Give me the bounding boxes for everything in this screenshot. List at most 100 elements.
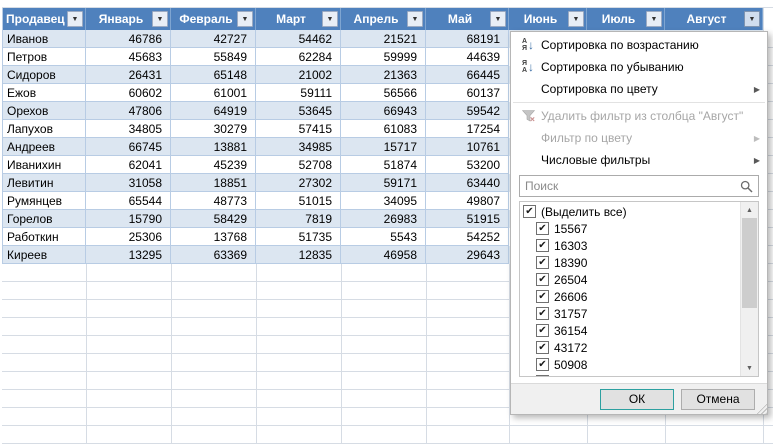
value-cell[interactable]: 13768: [171, 228, 256, 246]
seller-cell[interactable]: Иванов: [3, 30, 86, 48]
value-cell[interactable]: 15790: [86, 210, 171, 228]
value-cell[interactable]: 59111: [256, 84, 341, 102]
value-cell[interactable]: 34805: [86, 120, 171, 138]
value-cell[interactable]: 42727: [171, 30, 256, 48]
seller-cell[interactable]: Киреев: [3, 246, 86, 264]
checkbox-checked-icon[interactable]: ✔: [523, 205, 536, 218]
filter-value-item[interactable]: ✔26606: [520, 288, 740, 305]
value-cell[interactable]: 27302: [256, 174, 341, 192]
value-cell[interactable]: 25306: [86, 228, 171, 246]
value-cell[interactable]: 45239: [171, 156, 256, 174]
scroll-up-button[interactable]: ▲: [741, 202, 758, 218]
filter-dropdown-button[interactable]: ▼: [237, 11, 253, 27]
value-cell[interactable]: 66745: [86, 138, 171, 156]
value-cell[interactable]: 30279: [171, 120, 256, 138]
value-cell[interactable]: 60137: [426, 84, 509, 102]
filter-dropdown-button[interactable]: ▼: [490, 11, 506, 27]
value-cell[interactable]: 26431: [86, 66, 171, 84]
filter-value-item[interactable]: ✔31757: [520, 305, 740, 322]
resize-grip[interactable]: [754, 401, 767, 414]
value-cell[interactable]: 65544: [86, 192, 171, 210]
value-cell[interactable]: 64919: [171, 102, 256, 120]
value-cell[interactable]: 15717: [341, 138, 426, 156]
value-cell[interactable]: 26983: [341, 210, 426, 228]
checkbox-checked-icon[interactable]: ✔: [536, 341, 549, 354]
filter-dropdown-button[interactable]: ▼: [322, 11, 338, 27]
value-cell[interactable]: 53645: [256, 102, 341, 120]
seller-cell[interactable]: Лапухов: [3, 120, 86, 138]
seller-cell[interactable]: Работкин: [3, 228, 86, 246]
menu-item-sort-descending[interactable]: ЯА↓ Сортировка по убыванию: [511, 56, 767, 78]
value-cell[interactable]: 63369: [171, 246, 256, 264]
cancel-button[interactable]: Отмена: [681, 389, 755, 410]
value-cell[interactable]: 61083: [341, 120, 426, 138]
value-cell[interactable]: 56566: [341, 84, 426, 102]
value-cell[interactable]: 47806: [86, 102, 171, 120]
value-cell[interactable]: 55849: [171, 48, 256, 66]
filter-value-item[interactable]: ✔15567: [520, 220, 740, 237]
value-cell[interactable]: 45683: [86, 48, 171, 66]
filter-value-item[interactable]: ✔(Выделить все): [520, 203, 740, 220]
value-cell[interactable]: 34985: [256, 138, 341, 156]
filter-value-item[interactable]: ✔43172: [520, 339, 740, 356]
value-cell[interactable]: 13295: [86, 246, 171, 264]
filter-dropdown-button[interactable]: ▼: [646, 11, 662, 27]
value-cell[interactable]: 51915: [426, 210, 509, 228]
menu-item-number-filters[interactable]: Числовые фильтры ▶: [511, 149, 767, 171]
value-cell[interactable]: 46958: [341, 246, 426, 264]
search-icon[interactable]: [739, 179, 754, 194]
value-cell[interactable]: 18851: [171, 174, 256, 192]
seller-cell[interactable]: Иванихин: [3, 156, 86, 174]
filter-dropdown-button[interactable]: ▼: [744, 11, 760, 27]
value-cell[interactable]: 65148: [171, 66, 256, 84]
value-cell[interactable]: 7819: [256, 210, 341, 228]
filter-dropdown-button[interactable]: ▼: [67, 11, 83, 27]
value-cell[interactable]: 51735: [256, 228, 341, 246]
value-cell[interactable]: 58429: [171, 210, 256, 228]
ok-button[interactable]: ОК: [600, 389, 674, 410]
menu-item-sort-by-color[interactable]: Сортировка по цвету ▶: [511, 78, 767, 100]
value-cell[interactable]: 49807: [426, 192, 509, 210]
checkbox-checked-icon[interactable]: ✔: [536, 324, 549, 337]
checkbox-checked-icon[interactable]: ✔: [536, 222, 549, 235]
seller-cell[interactable]: Румянцев: [3, 192, 86, 210]
value-cell[interactable]: 53200: [426, 156, 509, 174]
value-cell[interactable]: 31058: [86, 174, 171, 192]
value-cell[interactable]: 51874: [341, 156, 426, 174]
value-cell[interactable]: 62041: [86, 156, 171, 174]
checkbox-checked-icon[interactable]: ✔: [536, 375, 549, 376]
filter-value-item[interactable]: ✔18390: [520, 254, 740, 271]
value-cell[interactable]: 63440: [426, 174, 509, 192]
value-cell[interactable]: 21363: [341, 66, 426, 84]
value-cell[interactable]: 54462: [256, 30, 341, 48]
checkbox-checked-icon[interactable]: ✔: [536, 273, 549, 286]
value-cell[interactable]: 48773: [171, 192, 256, 210]
value-cell[interactable]: 10761: [426, 138, 509, 156]
filter-dropdown-button[interactable]: ▼: [152, 11, 168, 27]
filter-value-item[interactable]: ✔36154: [520, 322, 740, 339]
filter-value-item[interactable]: ✔50908: [520, 356, 740, 373]
value-cell[interactable]: 54252: [426, 228, 509, 246]
value-cell[interactable]: 12835: [256, 246, 341, 264]
value-cell[interactable]: 34095: [341, 192, 426, 210]
checkbox-checked-icon[interactable]: ✔: [536, 307, 549, 320]
seller-cell[interactable]: Андреев: [3, 138, 86, 156]
scrollbar-track[interactable]: [741, 218, 758, 360]
seller-cell[interactable]: Орехов: [3, 102, 86, 120]
value-cell[interactable]: 51015: [256, 192, 341, 210]
seller-cell[interactable]: Горелов: [3, 210, 86, 228]
value-cell[interactable]: 68191: [426, 30, 509, 48]
value-cell[interactable]: 21002: [256, 66, 341, 84]
value-cell[interactable]: 21521: [341, 30, 426, 48]
checkbox-checked-icon[interactable]: ✔: [536, 256, 549, 269]
value-cell[interactable]: 66943: [341, 102, 426, 120]
checkbox-checked-icon[interactable]: ✔: [536, 358, 549, 371]
value-cell[interactable]: 59171: [341, 174, 426, 192]
value-cell[interactable]: 52708: [256, 156, 341, 174]
menu-item-sort-ascending[interactable]: АЯ↓ Сортировка по возрастанию: [511, 34, 767, 56]
value-cell[interactable]: 59999: [341, 48, 426, 66]
seller-cell[interactable]: Сидоров: [3, 66, 86, 84]
value-cell[interactable]: 66445: [426, 66, 509, 84]
scrollbar[interactable]: ▲ ▼: [740, 202, 758, 376]
checkbox-checked-icon[interactable]: ✔: [536, 290, 549, 303]
